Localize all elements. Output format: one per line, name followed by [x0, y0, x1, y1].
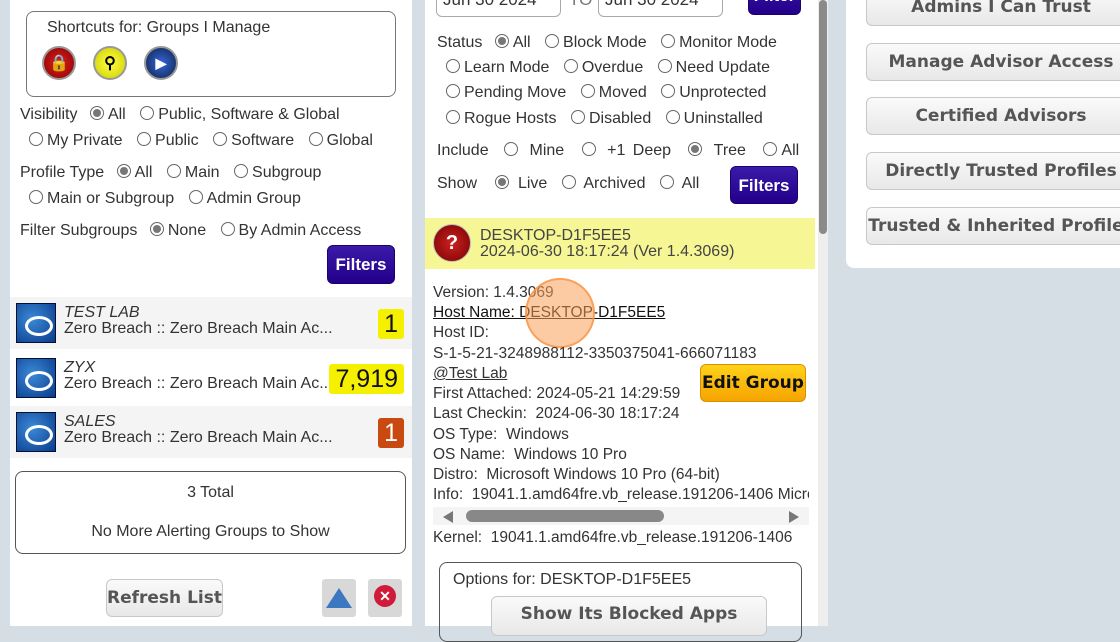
host-name: DESKTOP-D1F5EE5: [480, 227, 631, 244]
close-icon: ✕: [374, 585, 396, 607]
status-learn-mode[interactable]: Learn Mode: [446, 59, 549, 76]
scrollbar[interactable]: [818, 0, 828, 626]
os-name: OS Name: Windows 10 Pro: [433, 446, 627, 463]
horizontal-scrollbar[interactable]: [433, 507, 809, 525]
status-need-update[interactable]: Need Update: [657, 59, 770, 76]
host-header[interactable]: ? DESKTOP-D1F5EE5 2024-06-30 18:17:24 (V…: [425, 218, 815, 269]
show-blocked-apps-button[interactable]: Show Its Blocked Apps: [491, 596, 767, 636]
show-all[interactable]: All: [660, 175, 699, 192]
horizontal-scroll-thumb[interactable]: [466, 510, 664, 522]
cloud-icon: [16, 412, 56, 452]
distro: Distro: Microsoft Windows 10 Pro (64-bit…: [433, 466, 720, 483]
visibility-my-private[interactable]: My Private: [29, 132, 123, 149]
click-indicator: [525, 278, 595, 348]
visibility-public-software-global[interactable]: Public, Software & Global: [140, 106, 340, 123]
profile-main[interactable]: Main: [166, 164, 220, 181]
alert-count-badge: 7,919: [329, 364, 404, 394]
date-filter-button[interactable]: Filter: [748, 0, 801, 15]
total-count: 3 Total: [187, 484, 234, 501]
show-live[interactable]: Live: [495, 175, 547, 192]
status-rogue-hosts[interactable]: Rogue Hosts: [446, 110, 557, 127]
status-filter: Status All Block Mode Monitor Mode: [437, 34, 777, 51]
profile-subgroup[interactable]: Subgroup: [234, 164, 321, 181]
profile-all[interactable]: All: [116, 164, 152, 181]
profile-admin-group[interactable]: Admin Group: [188, 190, 301, 207]
certified-advisors-button[interactable]: Certified Advisors: [866, 97, 1120, 135]
status-moved[interactable]: Moved: [580, 84, 647, 101]
middle-filters-button[interactable]: Filters: [730, 166, 798, 204]
status-block-mode[interactable]: Block Mode: [545, 34, 647, 51]
visibility-filter: Visibility All Public, Software & Global: [20, 106, 340, 123]
cloud-icon: [16, 303, 56, 343]
directly-trusted-profiles-button[interactable]: Directly Trusted Profiles: [866, 152, 1120, 190]
group-item[interactable]: TEST LAB Zero Breach :: Zero Breach Main…: [10, 297, 412, 349]
alert-count-badge: 1: [378, 309, 404, 339]
subgroups-none[interactable]: None: [149, 222, 206, 239]
triangle-up-icon: [326, 588, 352, 608]
status-monitor-mode[interactable]: Monitor Mode: [661, 34, 777, 51]
summary-box: 3 Total No More Alerting Groups to Show: [15, 471, 406, 554]
last-checkin: Last Checkin: 2024-06-30 18:17:24: [433, 405, 680, 422]
options-title: Options for: DESKTOP-D1F5EE5: [453, 571, 692, 588]
host-id-label: Host ID:: [433, 324, 489, 341]
left-filters-button[interactable]: Filters: [327, 245, 395, 284]
status-disabled[interactable]: Disabled: [570, 110, 651, 127]
include-filter: Include Mine +1 Deep Tree All: [437, 142, 800, 159]
host-checkin: 2024-06-30 18:17:24 (Ver 1.4.3069): [480, 243, 735, 260]
show-filter: Show Live Archived All: [437, 175, 700, 192]
subgroups-by-admin[interactable]: By Admin Access: [220, 222, 361, 239]
cloud-icon: [16, 358, 56, 398]
shortcuts-box: Shortcuts for: Groups I Manage 🔒 ⚲ ▶: [26, 11, 396, 97]
scroll-left-icon[interactable]: [443, 511, 453, 523]
include-all[interactable]: All: [763, 142, 799, 159]
group-item[interactable]: ZYX Zero Breach :: Zero Breach Main Ac..…: [10, 352, 412, 404]
no-more-text: No More Alerting Groups to Show: [91, 523, 330, 540]
profile-main-or-subgroup[interactable]: Main or Subgroup: [29, 190, 174, 207]
refresh-list-button[interactable]: Refresh List: [106, 579, 223, 617]
visibility-all[interactable]: All: [89, 106, 126, 123]
date-from-input[interactable]: Jun 30 2024: [436, 0, 561, 17]
play-icon[interactable]: ▶: [144, 46, 178, 80]
group-link[interactable]: @Test Lab: [433, 364, 507, 384]
include-mine[interactable]: Mine: [504, 142, 564, 159]
status-uninstalled[interactable]: Uninstalled: [665, 110, 763, 127]
admins-i-can-trust-button[interactable]: Admins I Can Trust: [866, 0, 1120, 26]
question-status-icon: ?: [433, 224, 471, 262]
scrollbar-thumb[interactable]: [819, 0, 827, 234]
scroll-right-icon[interactable]: [789, 511, 799, 523]
visibility-public[interactable]: Public: [137, 132, 199, 149]
visibility-software[interactable]: Software: [213, 132, 294, 149]
os-type: OS Type: Windows: [433, 426, 569, 443]
manage-advisor-access-button[interactable]: Manage Advisor Access: [866, 43, 1120, 81]
status-overdue[interactable]: Overdue: [563, 59, 643, 76]
info-text: Info: 19041.1.amd64fre.vb_release.191206…: [433, 486, 809, 503]
visibility-global[interactable]: Global: [308, 132, 373, 149]
include-tree[interactable]: Tree: [688, 142, 746, 159]
date-to-input[interactable]: Jun 30 2024: [598, 0, 723, 17]
to-label: TO: [569, 0, 592, 10]
show-archived[interactable]: Archived: [561, 175, 646, 192]
edit-group-button[interactable]: Edit Group: [700, 364, 806, 402]
kernel: Kernel: 19041.1.amd64fre.vb_release.1912…: [433, 529, 793, 546]
status-all[interactable]: All: [494, 34, 531, 51]
host-id: S-1-5-21-3248988112-3350375041-666071183: [433, 345, 757, 362]
filter-subgroups: Filter Subgroups None By Admin Access: [20, 222, 362, 239]
group-item[interactable]: SALES Zero Breach :: Zero Breach Main Ac…: [10, 406, 412, 458]
close-button[interactable]: ✕: [368, 579, 402, 617]
status-unprotected[interactable]: Unprotected: [661, 84, 766, 101]
include-plus1-deep[interactable]: +1 Deep: [581, 142, 671, 159]
search-icon[interactable]: ⚲: [93, 46, 127, 80]
scroll-top-button[interactable]: [322, 579, 356, 617]
lock-icon[interactable]: 🔒: [42, 46, 76, 80]
trusted-inherited-profiles-button[interactable]: Trusted & Inherited Profiles: [866, 207, 1120, 245]
shortcuts-title: Shortcuts for: Groups I Manage: [47, 19, 271, 36]
profile-type-filter: Profile Type All Main Subgroup: [20, 164, 322, 181]
alert-count-badge: 1: [378, 418, 404, 448]
first-attached: First Attached: 2024-05-21 14:29:59: [433, 385, 681, 402]
host-options-box: Options for: DESKTOP-D1F5EE5 Show Its Bl…: [439, 562, 802, 642]
status-pending-move[interactable]: Pending Move: [446, 84, 566, 101]
